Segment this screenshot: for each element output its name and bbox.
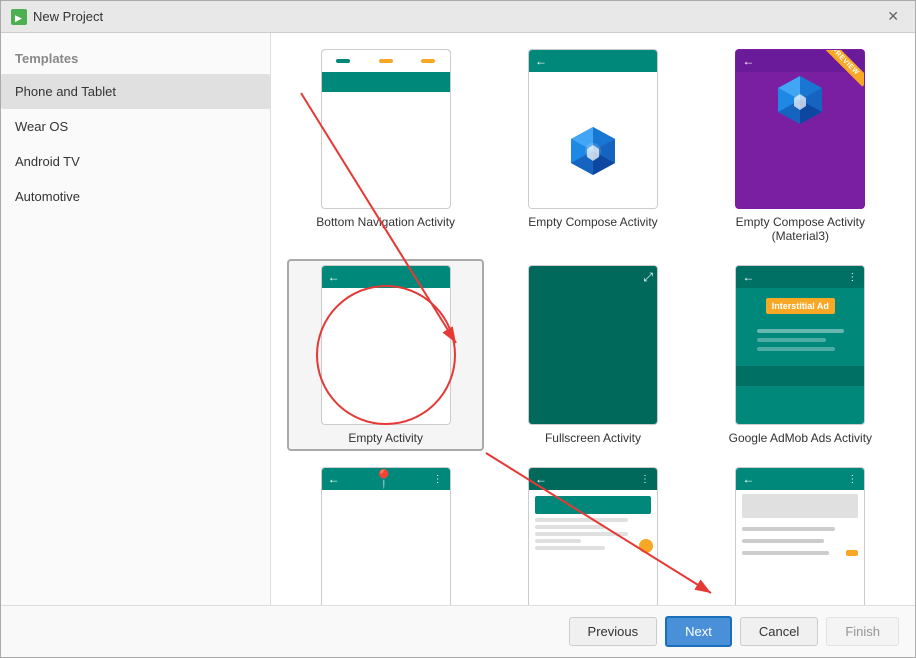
template-admob[interactable]: ←⋮ Interstitial Ad Google AdMob Ads Acti…	[702, 259, 899, 451]
dialog-title: New Project	[33, 9, 103, 24]
sidebar-item-wear-os[interactable]: Wear OS	[1, 109, 270, 144]
template-preview-admob: ←⋮ Interstitial Ad	[735, 265, 865, 425]
interstitial-ad-badge: Interstitial Ad	[766, 298, 835, 314]
template-preview-empty-compose: ←	[528, 49, 658, 209]
template-label-empty-compose: Empty Compose Activity	[528, 215, 657, 229]
template-empty-activity[interactable]: ← Empty Activity	[287, 259, 484, 451]
template-preview-maps: ←⋮ 📍	[321, 467, 451, 605]
template-preview-empty-compose-m3: ←	[735, 49, 865, 209]
selection-circle	[316, 285, 456, 425]
previous-button[interactable]: Previous	[569, 617, 658, 646]
app-icon: ▶	[11, 9, 27, 25]
sidebar-item-automotive[interactable]: Automotive	[1, 179, 270, 214]
main-content: Templates Phone and Tablet Wear OS Andro…	[1, 33, 915, 605]
next-button[interactable]: Next	[665, 616, 732, 647]
title-bar: ▶ New Project ✕	[1, 1, 915, 33]
svg-text:▶: ▶	[15, 13, 22, 23]
template-empty-compose-m3[interactable]: ←	[702, 43, 899, 249]
template-area: ←⋮ Bottom Navigation Activity	[271, 33, 915, 605]
template-empty-compose[interactable]: ←	[494, 43, 691, 249]
template-label-admob: Google AdMob Ads Activity	[729, 431, 872, 445]
template-label-empty-compose-m3: Empty Compose Activity (Material3)	[708, 215, 893, 243]
sidebar-item-android-tv[interactable]: Android TV	[1, 144, 270, 179]
finish-button[interactable]: Finish	[826, 617, 899, 646]
template-label-empty-activity: Empty Activity	[348, 431, 423, 445]
new-project-dialog: ▶ New Project ✕ Templates Phone and Tabl…	[0, 0, 916, 658]
sidebar: Templates Phone and Tablet Wear OS Andro…	[1, 33, 271, 605]
template-grid: ←⋮ Bottom Navigation Activity	[287, 43, 899, 605]
template-scrolling[interactable]: ←⋮ Scrolling Activity	[494, 461, 691, 605]
template-preview-navigation: ←⋮	[735, 467, 865, 605]
sidebar-heading: Templates	[1, 43, 270, 74]
template-label-fullscreen: Fullscreen Activity	[545, 431, 641, 445]
map-marker-icon: 📍	[373, 469, 395, 490]
cancel-button[interactable]: Cancel	[740, 617, 818, 646]
template-navigation[interactable]: ←⋮ Navigation Drawer Activity	[702, 461, 899, 605]
template-maps[interactable]: ←⋮ 📍 Google Maps Activi	[287, 461, 484, 605]
template-label-bottom-nav: Bottom Navigation Activity	[316, 215, 455, 229]
template-preview-fullscreen: ⤢	[528, 265, 658, 425]
sidebar-item-phone-tablet[interactable]: Phone and Tablet	[1, 74, 270, 109]
template-preview-bottom-nav: ←⋮	[321, 49, 451, 209]
title-bar-left: ▶ New Project	[11, 9, 103, 25]
template-bottom-nav[interactable]: ←⋮ Bottom Navigation Activity	[287, 43, 484, 249]
preview-badge: PREVIEW	[824, 50, 864, 90]
close-button[interactable]: ✕	[881, 6, 905, 27]
template-preview-scrolling: ←⋮	[528, 467, 658, 605]
bottom-bar: Previous Next Cancel Finish	[1, 605, 915, 657]
template-fullscreen[interactable]: ⤢ Fullscreen Activity	[494, 259, 691, 451]
